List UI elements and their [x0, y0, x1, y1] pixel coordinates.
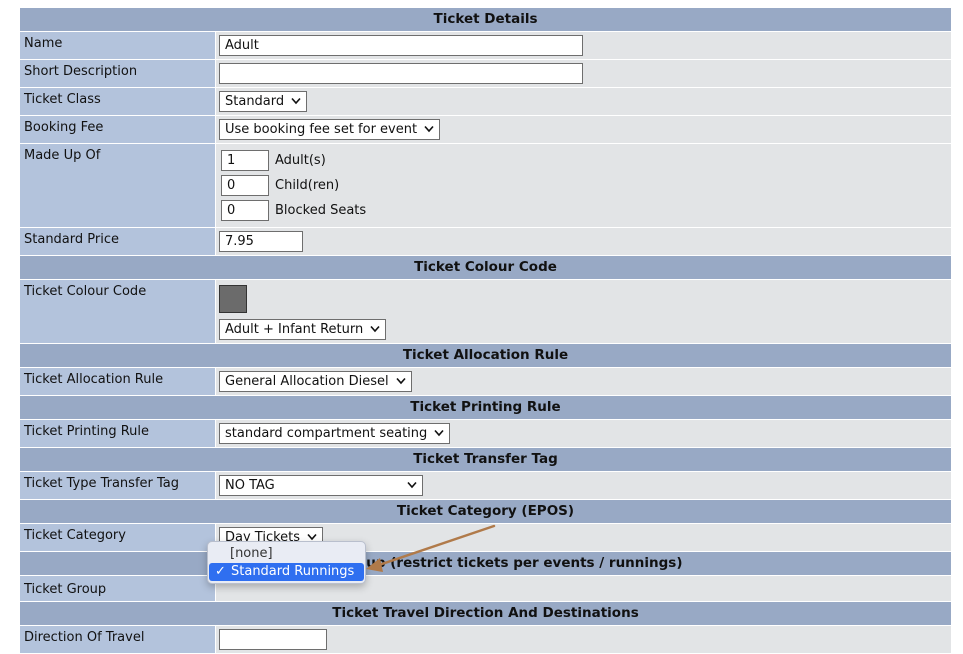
section-allocation-rule: Ticket Allocation Rule [19, 343, 952, 368]
section-title: Ticket Transfer Tag [19, 447, 952, 472]
section-travel-direction: Ticket Travel Direction And Destinations [19, 601, 952, 626]
allocation-rule-value: General Allocation Diesel [225, 374, 389, 389]
made-up-of-label: Made Up Of [19, 143, 216, 228]
allocation-rule-select[interactable]: General Allocation Diesel [219, 371, 412, 392]
chevron-down-icon [424, 125, 434, 133]
row-printing-rule: Ticket Printing Rule standard compartmen… [19, 419, 952, 448]
chevron-down-icon [395, 377, 406, 385]
colour-swatch[interactable] [219, 285, 247, 313]
booking-fee-select[interactable]: Use booking fee set for event [219, 119, 441, 140]
row-short-description: Short Description [19, 59, 952, 88]
chevron-down-icon [434, 429, 444, 437]
checkmark-icon: ✓ [215, 564, 226, 579]
row-category: Ticket Category Day Tickets [19, 523, 952, 552]
ticket-form-table: Ticket Details Name Adult Short Descript… [19, 7, 952, 654]
printing-rule-value: standard compartment seating [225, 426, 428, 441]
dropdown-option-none[interactable]: [none] [208, 545, 365, 563]
category-label: Ticket Category [19, 523, 216, 552]
direction-label: Direction Of Travel [19, 625, 216, 654]
row-booking-fee: Booking Fee Use booking fee set for even… [19, 115, 952, 144]
row-standard-price: Standard Price 7.95 [19, 227, 952, 256]
printing-rule-label: Ticket Printing Rule [19, 419, 216, 448]
chevron-down-icon [407, 481, 417, 489]
option-label: [none] [230, 546, 273, 561]
section-transfer-tag: Ticket Transfer Tag [19, 447, 952, 472]
section-category-epos: Ticket Category (EPOS) [19, 499, 952, 524]
row-name: Name Adult [19, 31, 952, 60]
made-up-adults-row: 1 Adult(s) [219, 148, 948, 173]
row-group: Ticket Group [19, 575, 952, 602]
section-title: Ticket Colour Code [19, 255, 952, 280]
short-description-label: Short Description [19, 59, 216, 88]
standard-price-label: Standard Price [19, 227, 216, 256]
section-printing-rule: Ticket Printing Rule [19, 395, 952, 420]
section-title: Ticket Travel Direction And Destinations [19, 601, 952, 626]
chevron-down-icon [370, 325, 380, 333]
dropdown-option-standard-runnings[interactable]: ✓ Standard Runnings [209, 563, 364, 581]
transfer-tag-value: NO TAG [225, 478, 275, 493]
row-allocation-rule: Ticket Allocation Rule General Allocatio… [19, 367, 952, 396]
section-group: Ticket Group (restrict tickets per event… [19, 551, 952, 576]
ticket-class-select[interactable]: Standard [219, 91, 308, 112]
row-colour-code: Ticket Colour Code Adult + Infant Return [19, 279, 952, 344]
blocked-seats-input[interactable]: 0 [221, 200, 269, 221]
section-title: Ticket Group (restrict tickets per event… [19, 551, 952, 576]
section-ticket-details: Ticket Details [19, 7, 952, 32]
name-label: Name [19, 31, 216, 60]
made-up-blocked-row: 0 Blocked Seats [219, 198, 948, 223]
booking-fee-label: Booking Fee [19, 115, 216, 144]
ticket-group-dropdown[interactable]: [none] ✓ Standard Runnings [207, 541, 366, 584]
row-direction: Direction Of Travel [19, 625, 952, 654]
made-up-children-row: 0 Child(ren) [219, 173, 948, 198]
standard-price-input[interactable]: 7.95 [219, 231, 303, 252]
colour-code-label: Ticket Colour Code [19, 279, 216, 344]
name-input[interactable]: Adult [219, 35, 583, 56]
adults-count-input[interactable]: 1 [221, 150, 269, 171]
group-label: Ticket Group [19, 575, 216, 602]
ticket-class-label: Ticket Class [19, 87, 216, 116]
chevron-down-icon [307, 533, 317, 541]
option-label: Standard Runnings [231, 564, 355, 579]
short-description-input[interactable] [219, 63, 583, 84]
ticket-class-value: Standard [225, 94, 285, 109]
colour-code-value: Adult + Infant Return [225, 322, 364, 337]
section-title: Ticket Category (EPOS) [19, 499, 952, 524]
children-count-input[interactable]: 0 [221, 175, 269, 196]
section-title: Ticket Details [19, 7, 952, 32]
children-unit-label: Child(ren) [275, 178, 340, 193]
adults-unit-label: Adult(s) [275, 153, 326, 168]
blocked-seats-unit-label: Blocked Seats [275, 203, 367, 218]
booking-fee-value: Use booking fee set for event [225, 122, 418, 137]
transfer-tag-select[interactable]: NO TAG [219, 475, 423, 496]
section-colour-code: Ticket Colour Code [19, 255, 952, 280]
section-title: Ticket Printing Rule [19, 395, 952, 420]
printing-rule-select[interactable]: standard compartment seating [219, 423, 451, 444]
transfer-tag-label: Ticket Type Transfer Tag [19, 471, 216, 500]
row-transfer-tag: Ticket Type Transfer Tag NO TAG [19, 471, 952, 500]
row-made-up-of: Made Up Of 1 Adult(s) 0 Child(ren) 0 Blo… [19, 143, 952, 228]
colour-code-select[interactable]: Adult + Infant Return [219, 319, 387, 340]
section-title: Ticket Allocation Rule [19, 343, 952, 368]
chevron-down-icon [291, 97, 301, 105]
allocation-rule-label: Ticket Allocation Rule [19, 367, 216, 396]
direction-select[interactable] [219, 629, 327, 650]
row-ticket-class: Ticket Class Standard [19, 87, 952, 116]
